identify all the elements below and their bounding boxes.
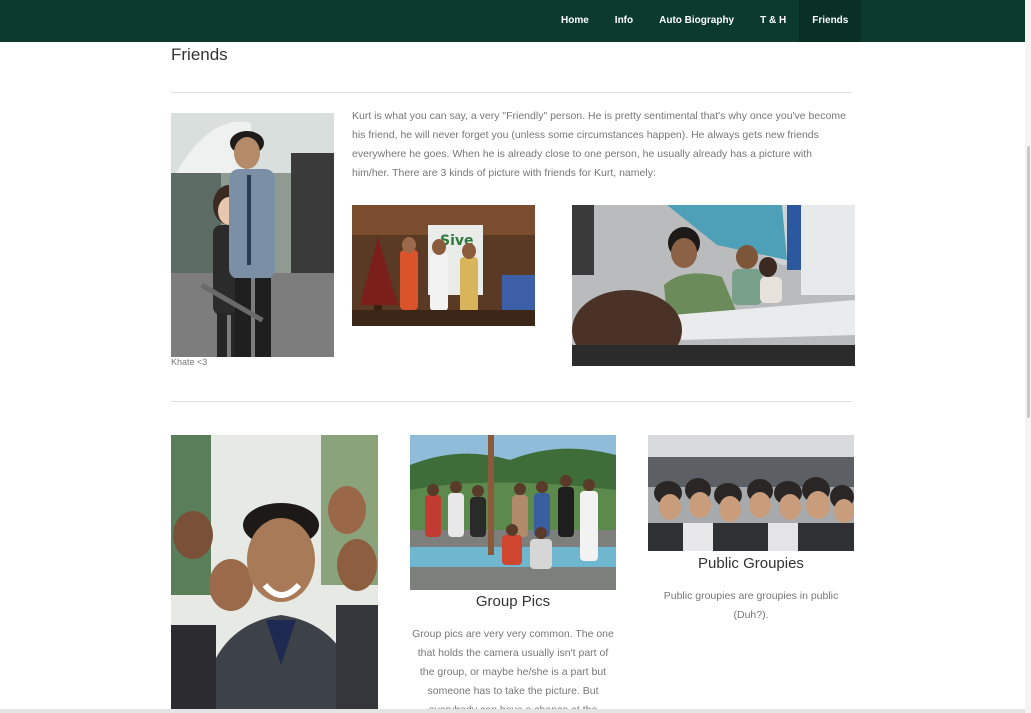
public-groupies-photo [648,435,854,551]
page: Home Info Auto Biography T & H Friends F… [0,0,1031,713]
group-pics-photo [410,435,616,590]
nav-item-friends[interactable]: Friends [799,0,862,42]
divider-top [171,92,852,93]
nav-item-info[interactable]: Info [602,0,646,42]
nav-item-home[interactable]: Home [548,0,602,42]
horizontal-scrollbar[interactable] [0,709,1025,713]
divider-middle [171,401,852,402]
classroom-photo-image [572,205,855,366]
main-photo-caption: Khate <3 [171,357,208,367]
selfie-photo [171,435,378,709]
public-groupies-title: Public Groupies [698,555,804,572]
nav-item-t-and-h[interactable]: T & H [747,0,799,42]
nav-links: Home Info Auto Biography T & H Friends [548,0,862,42]
event-photo: Sive [352,205,535,326]
group-pics-description: Group pics are very very common. The one… [412,628,614,713]
event-photo-image: Sive [352,205,535,326]
intro-paragraph: Kurt is what you can say, a very "Friend… [352,110,846,179]
main-photo-image [171,113,334,357]
page-title: Friends [171,45,228,64]
classroom-photo [572,205,855,366]
scrollbar-thumb[interactable] [1027,146,1030,418]
main-photo [171,113,334,357]
selfie-photo-image [171,435,378,709]
group-pics-title: Group Pics [475,593,551,610]
group-pics-image [410,435,616,590]
public-groupies-image [648,435,854,551]
top-nav-bar: Home Info Auto Biography T & H Friends [0,0,1025,42]
nav-item-auto-biography[interactable]: Auto Biography [646,0,747,42]
public-groupies-description: Public groupies are groupies in public (… [663,590,839,621]
